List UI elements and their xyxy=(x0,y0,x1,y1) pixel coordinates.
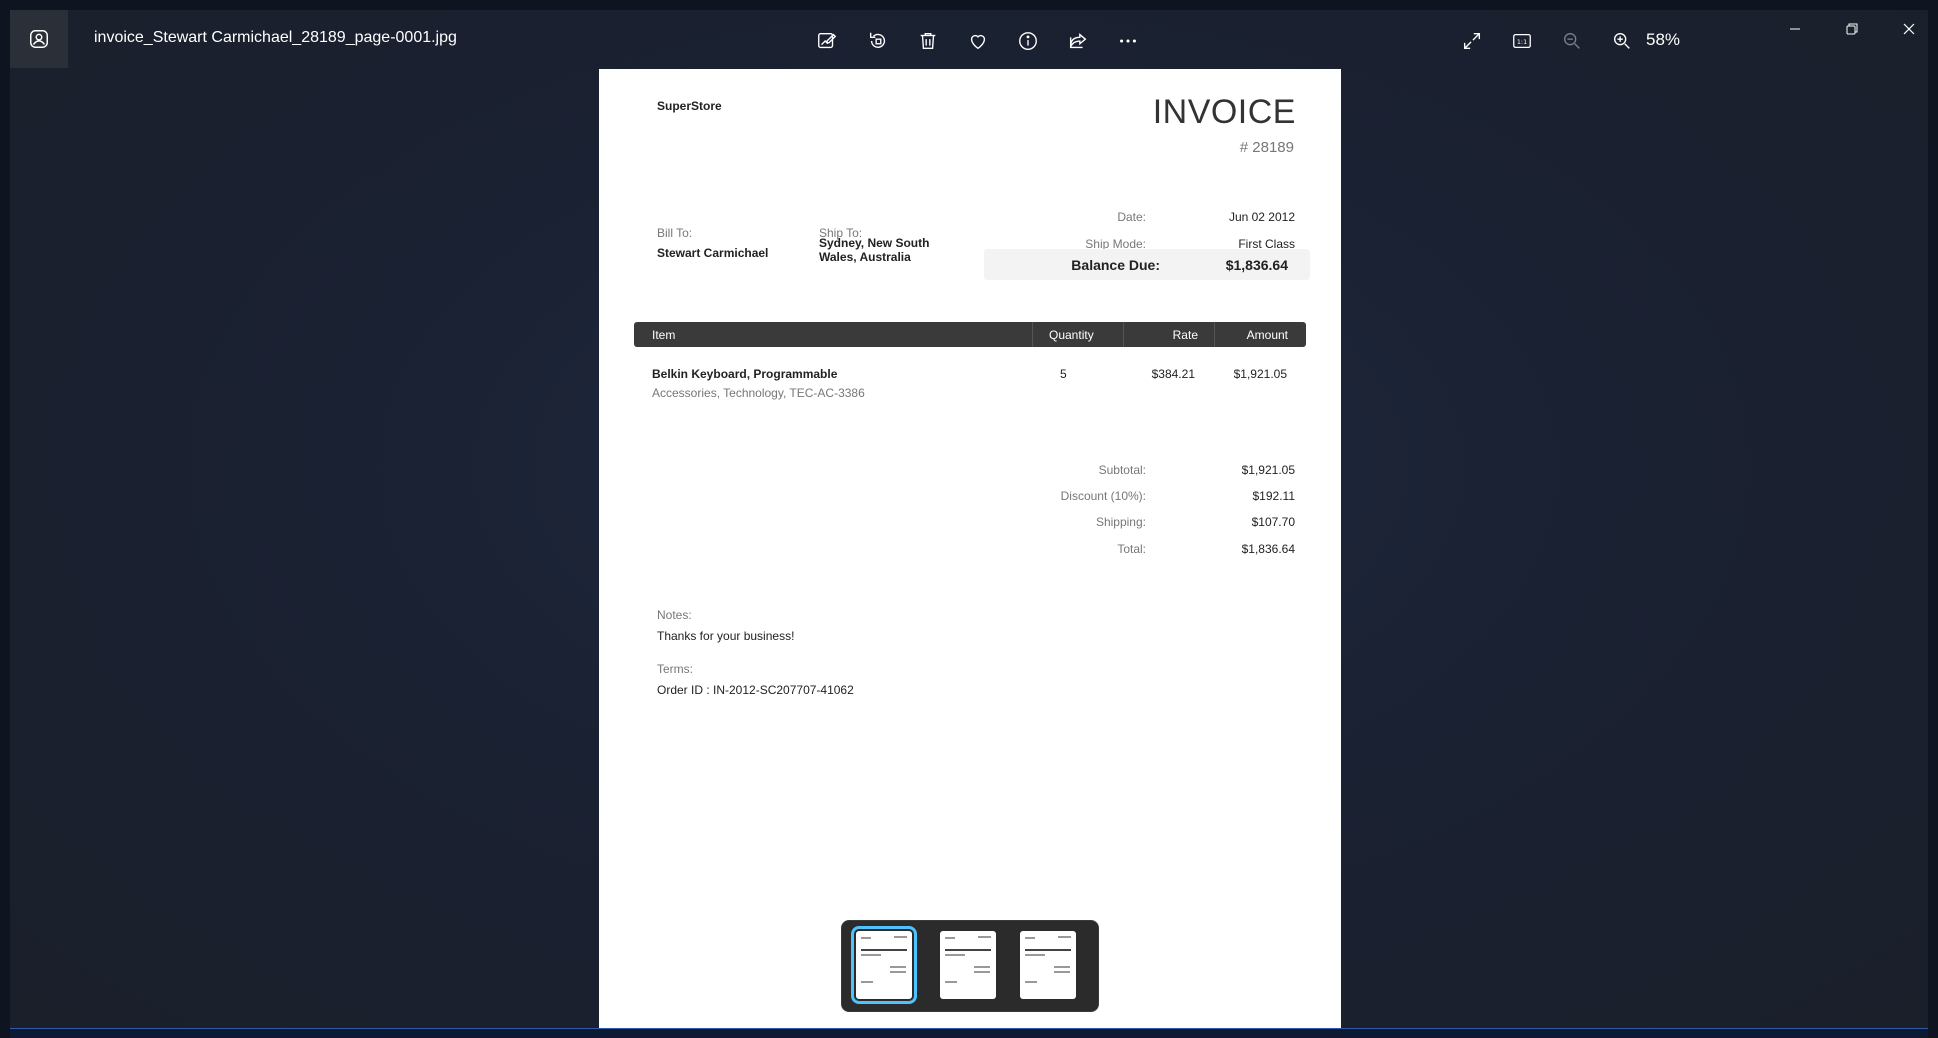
item-rate: $384.21 xyxy=(1151,367,1195,381)
column-divider xyxy=(1123,322,1124,347)
discount-label: Discount (10%): xyxy=(1060,489,1146,503)
shipping-label: Shipping: xyxy=(1095,515,1146,529)
minimize-icon[interactable] xyxy=(1780,16,1810,42)
restore-icon[interactable] xyxy=(1837,16,1867,42)
subtotal-value: $1,921.05 xyxy=(1241,463,1295,477)
balance-due-bar: Balance Due: $1,836.64 xyxy=(984,249,1310,280)
photo-viewer-window: invoice_Stewart Carmichael_28189_page-00… xyxy=(10,10,1928,1028)
favorite-icon[interactable] xyxy=(964,27,992,55)
column-header-item: Item xyxy=(652,328,676,342)
item-description: Accessories, Technology, TEC-AC-3386 xyxy=(652,386,865,400)
bill-to-label: Bill To: xyxy=(657,226,693,240)
date-label: Date: xyxy=(1117,210,1146,224)
file-name: invoice_Stewart Carmichael_28189_page-00… xyxy=(94,29,457,46)
company-name: SuperStore xyxy=(657,99,722,113)
zoom-level: 58% xyxy=(1646,30,1681,49)
item-name: Belkin Keyboard, Programmable xyxy=(652,367,838,381)
balance-due-label: Balance Due: xyxy=(1071,257,1160,273)
photos-app-icon[interactable] xyxy=(10,10,68,68)
actual-size-icon[interactable]: 1:1 xyxy=(1508,27,1536,55)
share-icon[interactable] xyxy=(1064,27,1092,55)
edit-image-icon[interactable] xyxy=(813,27,841,55)
items-table-header: Item Quantity Rate Amount xyxy=(634,322,1306,347)
shipping-value: $107.70 xyxy=(1251,515,1295,529)
item-quantity: 5 xyxy=(1060,367,1067,381)
info-icon[interactable] xyxy=(1014,27,1042,55)
zoom-out-icon[interactable] xyxy=(1558,27,1586,55)
svg-text:1:1: 1:1 xyxy=(1517,38,1527,46)
delete-icon[interactable] xyxy=(914,27,942,55)
discount-value: $192.11 xyxy=(1252,489,1296,503)
invoice-number: # 28189 xyxy=(1239,139,1294,156)
column-divider xyxy=(1032,322,1033,347)
item-amount: $1,921.05 xyxy=(1233,367,1287,381)
more-icon[interactable] xyxy=(1114,27,1142,55)
close-icon[interactable] xyxy=(1894,16,1924,42)
invoice-document: SuperStore INVOICE # 28189 Bill To: Stew… xyxy=(599,69,1341,1028)
bill-to-name: Stewart Carmichael xyxy=(657,246,769,260)
subtotal-label: Subtotal: xyxy=(1098,463,1146,477)
terms-label: Terms: xyxy=(657,662,693,676)
taskbar-edge xyxy=(10,1028,1928,1038)
thumbnail-1[interactable] xyxy=(851,926,917,1004)
thumbnail-2[interactable] xyxy=(940,931,996,999)
total-value: $1,836.64 xyxy=(1241,542,1295,556)
date-value: Jun 02 2012 xyxy=(1228,210,1295,224)
column-header-amount: Amount xyxy=(1246,328,1288,342)
ship-to-address: Sydney, New South Wales, Australia xyxy=(819,236,930,264)
title-bar: invoice_Stewart Carmichael_28189_page-00… xyxy=(10,10,1928,68)
column-header-rate: Rate xyxy=(1172,328,1198,342)
zoom-in-icon[interactable] xyxy=(1608,27,1636,55)
thumbnail-3[interactable] xyxy=(1020,931,1076,999)
balance-due-value: $1,836.64 xyxy=(1225,257,1288,273)
filmstrip xyxy=(841,920,1099,1012)
column-header-quantity: Quantity xyxy=(1049,328,1094,342)
notes-label: Notes: xyxy=(657,608,692,622)
rotate-icon[interactable] xyxy=(864,27,892,55)
column-divider xyxy=(1214,322,1215,347)
terms-text: Order ID : IN-2012-SC207707-41062 xyxy=(657,683,854,697)
total-label: Total: xyxy=(1117,542,1146,556)
notes-text: Thanks for your business! xyxy=(657,629,795,643)
invoice-title: INVOICE xyxy=(1152,93,1296,131)
fullscreen-icon[interactable] xyxy=(1458,27,1486,55)
